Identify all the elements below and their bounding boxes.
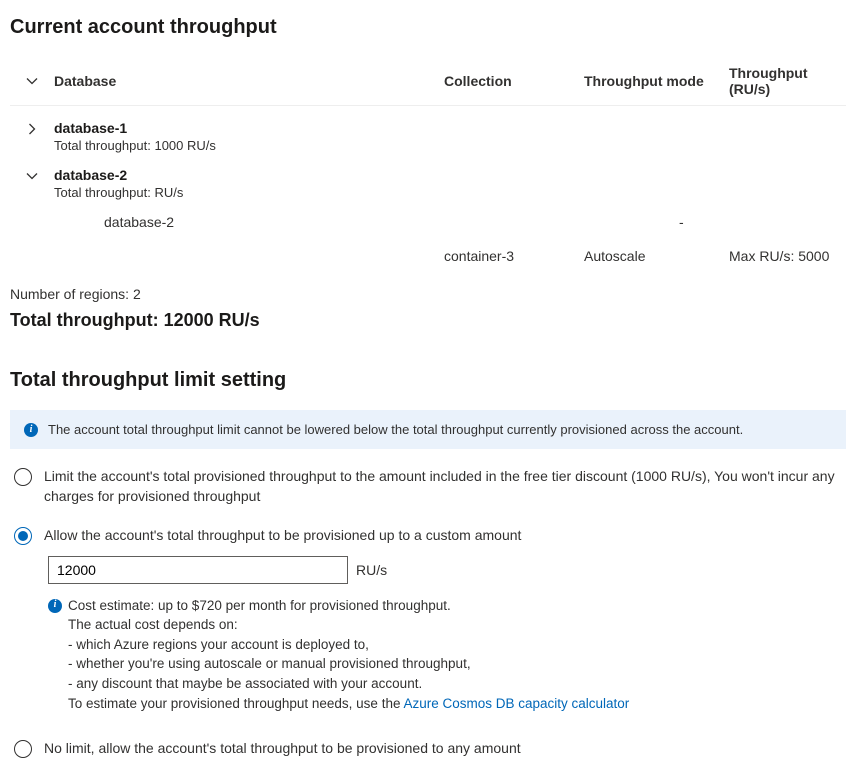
header-throughput-mode: Throughput mode bbox=[584, 73, 729, 89]
cost-bullet: - which Azure regions your account is de… bbox=[68, 635, 846, 655]
custom-amount-block: RU/s i Cost estimate: up to $720 per mon… bbox=[48, 556, 846, 713]
radio-label: Limit the account's total provisioned th… bbox=[44, 467, 846, 506]
container-throughput: Max RU/s: 5000 bbox=[729, 248, 846, 264]
radio-option-no-limit[interactable]: No limit, allow the account's total thro… bbox=[14, 739, 846, 759]
cost-bullet: - any discount that maybe be associated … bbox=[68, 674, 846, 694]
radio-option-free-tier[interactable]: Limit the account's total provisioned th… bbox=[14, 467, 846, 506]
container-row: container-3 Autoscale Max RU/s: 5000 bbox=[10, 242, 846, 270]
chevron-right-icon bbox=[26, 123, 38, 135]
expand-database-1[interactable] bbox=[10, 120, 54, 135]
chevron-down-icon bbox=[26, 75, 38, 87]
container-mode: Autoscale bbox=[584, 248, 729, 264]
total-throughput: Total throughput: 12000 RU/s bbox=[10, 310, 846, 331]
expand-all-toggle[interactable] bbox=[10, 75, 54, 87]
info-icon: i bbox=[24, 423, 38, 437]
container-name: container-3 bbox=[444, 248, 584, 264]
cost-estimate-headline: Cost estimate: up to $720 per month for … bbox=[68, 596, 451, 616]
current-account-throughput-title: Current account throughput bbox=[10, 16, 846, 39]
radio-label: No limit, allow the account's total thro… bbox=[44, 739, 521, 759]
cost-estimate-block: i Cost estimate: up to $720 per month fo… bbox=[48, 596, 846, 713]
custom-throughput-unit: RU/s bbox=[356, 562, 387, 578]
database-row: database-1 Total throughput: 1000 RU/s bbox=[10, 106, 846, 153]
throughput-table-header: Database Collection Throughput mode Thro… bbox=[10, 57, 846, 106]
header-database: Database bbox=[54, 73, 444, 89]
database-child-row: database-2 - bbox=[10, 208, 846, 236]
child-database-label: database-2 bbox=[54, 214, 394, 230]
database-row: database-2 Total throughput: RU/s bbox=[10, 153, 846, 200]
info-icon: i bbox=[48, 599, 62, 613]
info-banner: i The account total throughput limit can… bbox=[10, 410, 846, 449]
radio-icon bbox=[14, 740, 32, 758]
database-throughput-summary: Total throughput: RU/s bbox=[54, 185, 444, 200]
radio-option-custom[interactable]: Allow the account's total throughput to … bbox=[14, 526, 846, 546]
child-database-throughput: - bbox=[679, 214, 846, 230]
cost-estimate-prefix: To estimate your provisioned throughput … bbox=[68, 696, 403, 711]
database-name: database-1 bbox=[54, 120, 444, 136]
chevron-down-icon bbox=[26, 170, 38, 182]
throughput-limit-radio-group: Limit the account's total provisioned th… bbox=[14, 467, 846, 759]
header-collection: Collection bbox=[444, 73, 584, 89]
radio-icon-selected bbox=[14, 527, 32, 545]
header-throughput: Throughput (RU/s) bbox=[729, 65, 846, 97]
cost-bullet: - whether you're using autoscale or manu… bbox=[68, 654, 846, 674]
expand-database-2[interactable] bbox=[10, 167, 54, 182]
database-name: database-2 bbox=[54, 167, 444, 183]
capacity-calculator-link[interactable]: Azure Cosmos DB capacity calculator bbox=[403, 696, 629, 711]
custom-throughput-input[interactable] bbox=[48, 556, 348, 584]
info-banner-text: The account total throughput limit canno… bbox=[48, 422, 743, 437]
throughput-limit-setting-title: Total throughput limit setting bbox=[10, 369, 846, 392]
database-throughput-summary: Total throughput: 1000 RU/s bbox=[54, 138, 444, 153]
cost-depends-label: The actual cost depends on: bbox=[68, 615, 846, 635]
radio-label: Allow the account's total throughput to … bbox=[44, 526, 521, 546]
number-of-regions: Number of regions: 2 bbox=[10, 286, 846, 302]
radio-icon bbox=[14, 468, 32, 486]
